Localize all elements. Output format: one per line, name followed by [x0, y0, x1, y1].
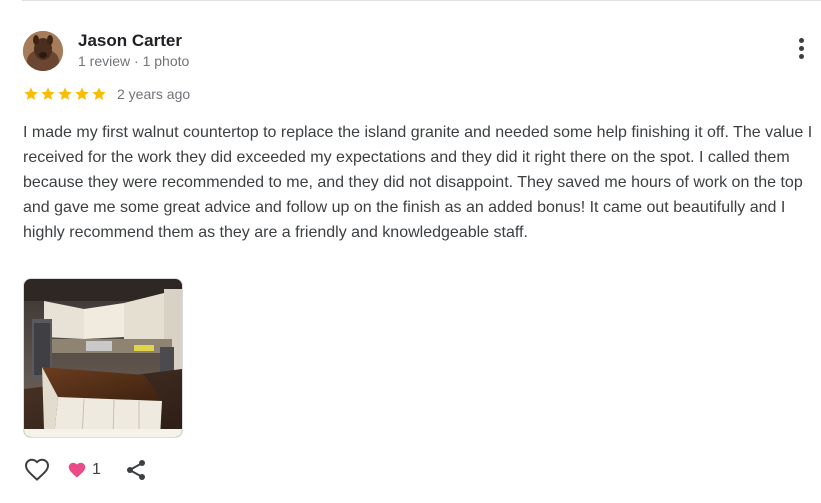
heart-filled-icon: [68, 462, 86, 478]
author-name[interactable]: Jason Carter: [78, 31, 182, 51]
star-icon: [58, 87, 72, 100]
star-rating: [23, 86, 108, 102]
review-actions: 1: [23, 456, 149, 484]
star-icon: [92, 87, 106, 100]
review-time: 2 years ago: [117, 86, 191, 102]
review-text: I made my first walnut countertop to rep…: [23, 124, 813, 241]
share-icon: [126, 460, 145, 480]
star-icon: [24, 87, 38, 100]
like-button[interactable]: [23, 456, 51, 484]
avatar[interactable]: [23, 31, 63, 71]
rating-row: 2 years ago: [23, 84, 190, 104]
star-icon: [41, 87, 55, 100]
reaction-count: 1: [92, 461, 101, 478]
kitchen-photo-image: [24, 279, 182, 437]
star-icon: [75, 87, 89, 100]
share-button[interactable]: [123, 456, 149, 484]
heart-outline-icon: [24, 458, 50, 481]
author-meta: 1 review · 1 photo: [78, 53, 190, 69]
top-divider: [22, 0, 821, 1]
reaction-count-button[interactable]: 1: [67, 461, 101, 479]
more-vert-icon: [798, 38, 804, 43]
more-options-button[interactable]: [790, 38, 812, 64]
review-photo[interactable]: [23, 278, 183, 438]
